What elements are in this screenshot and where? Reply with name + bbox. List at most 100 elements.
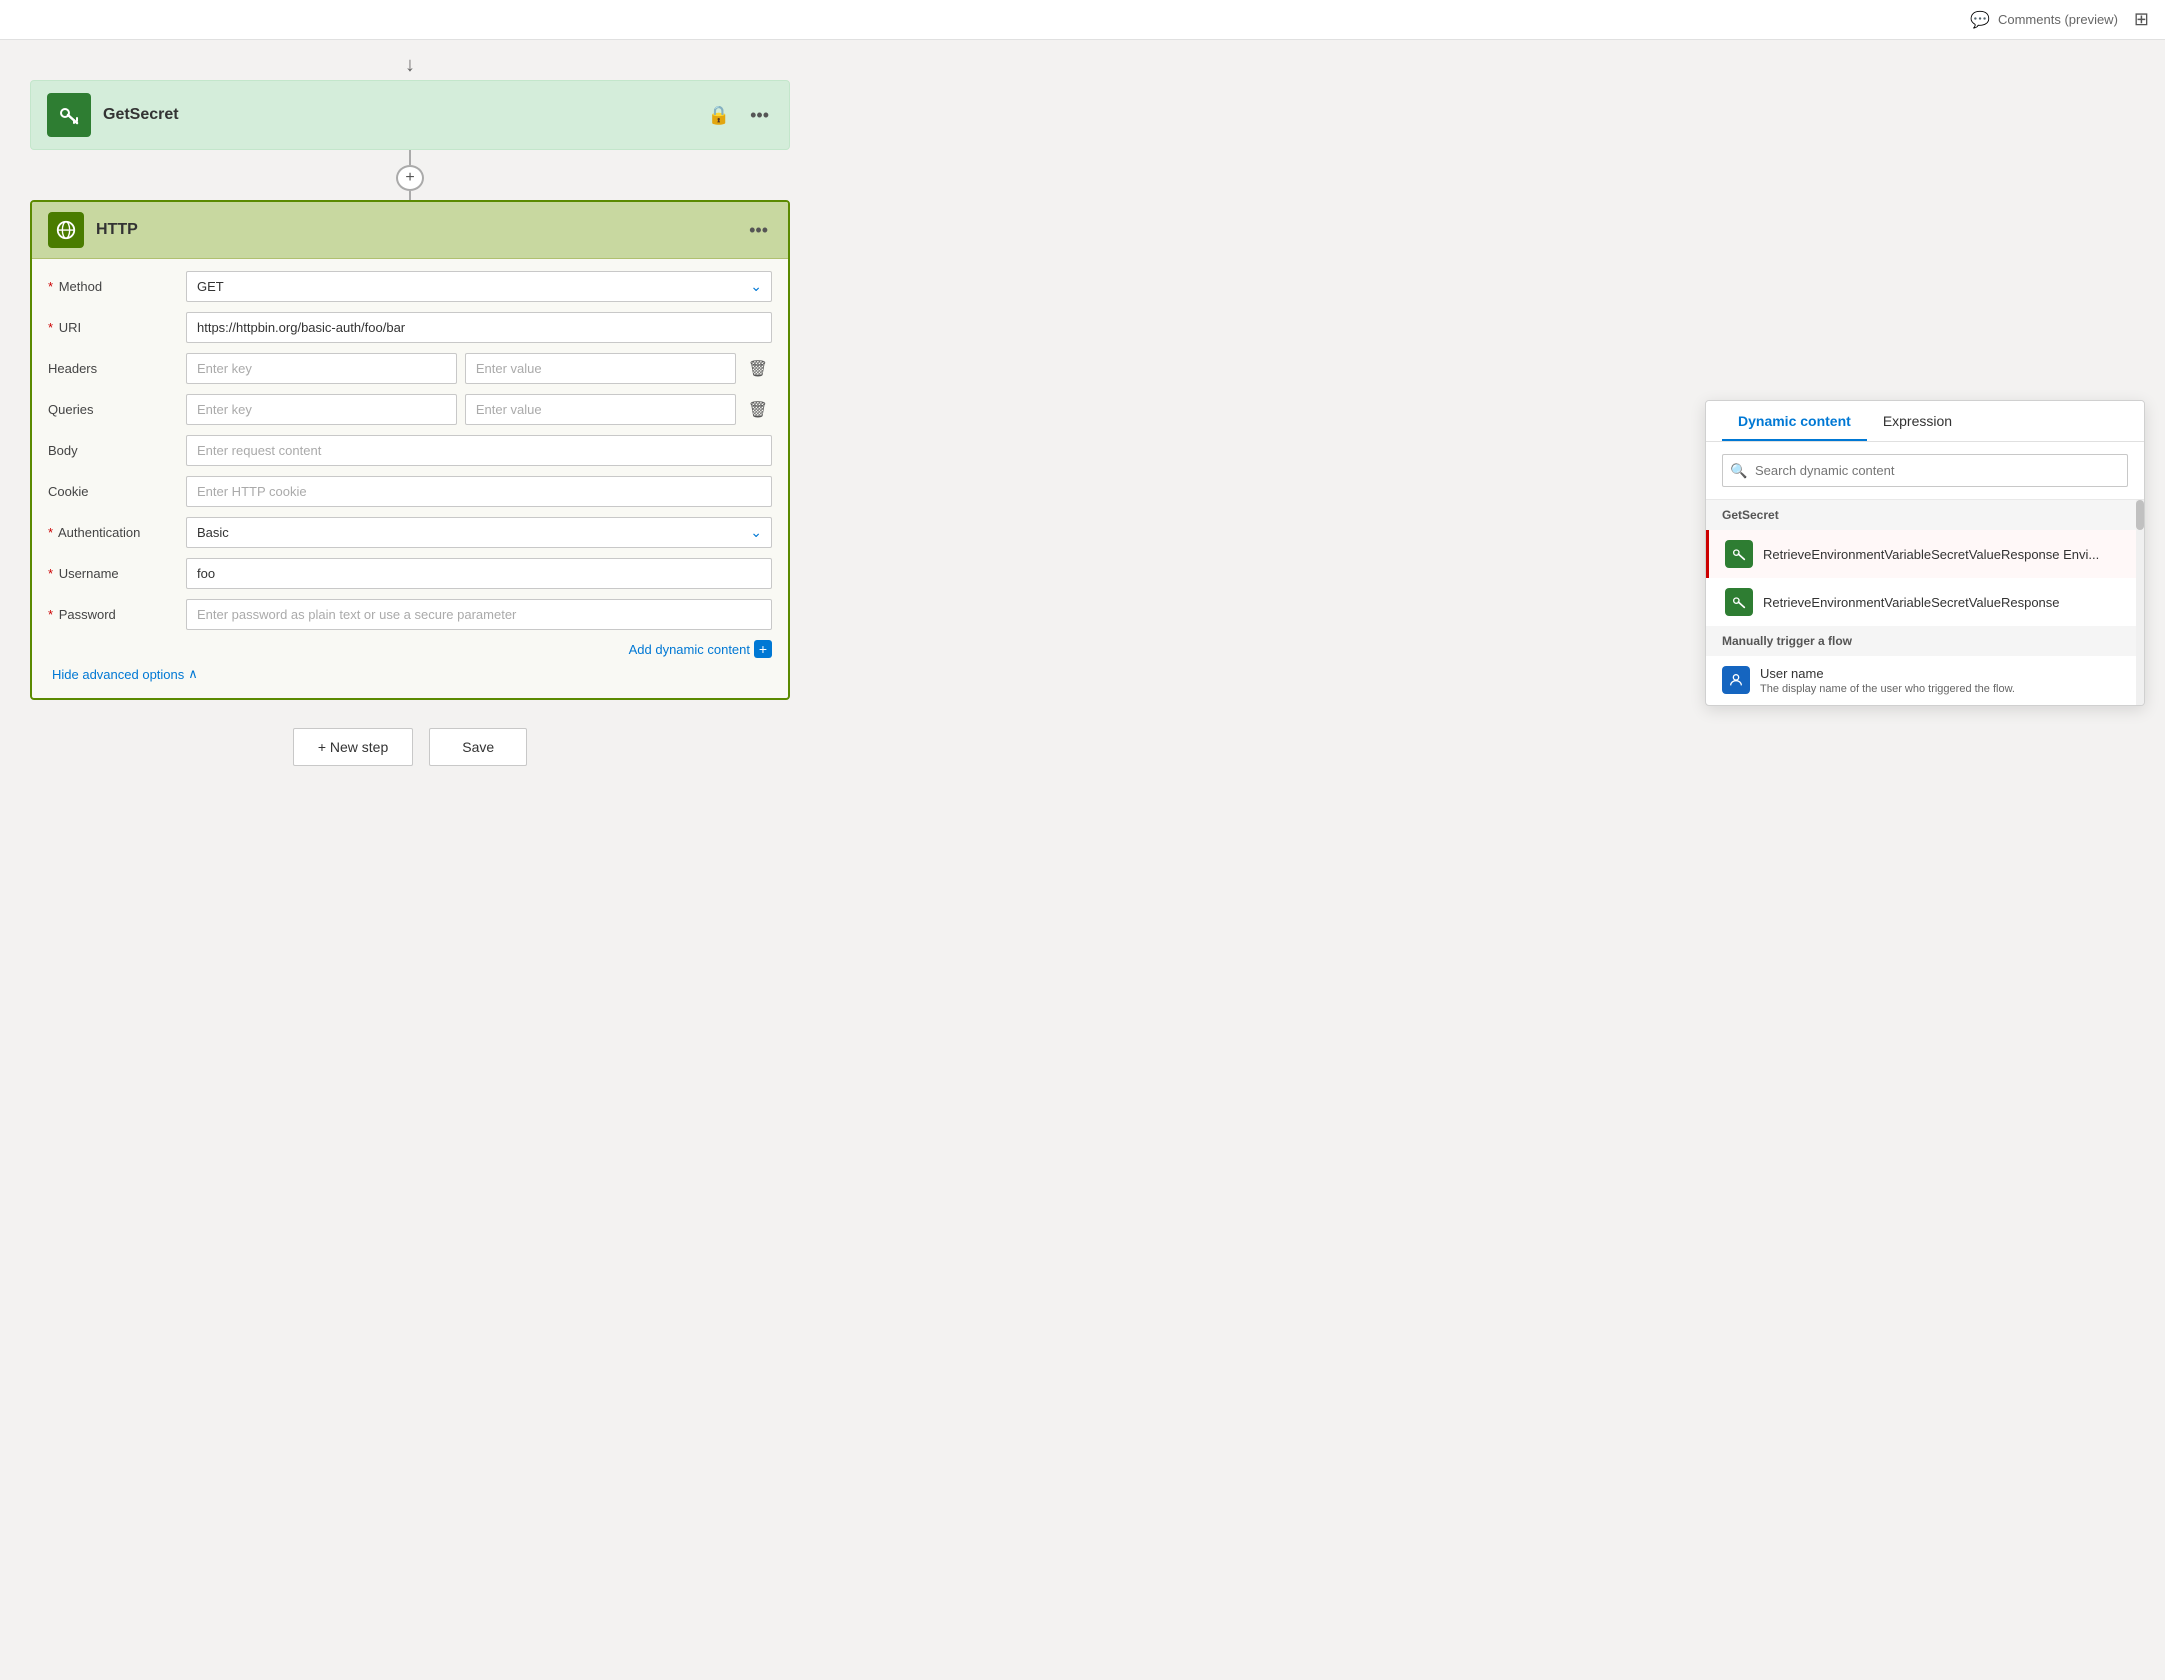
save-label: Save <box>462 739 494 755</box>
http-title: HTTP <box>96 221 733 239</box>
uri-row: * URI <box>48 312 772 343</box>
method-select-wrapper: GET POST PUT DELETE PATCH ⌄ <box>186 271 772 302</box>
item1-label: RetrieveEnvironmentVariableSecretValueRe… <box>1763 547 2128 562</box>
username-label: * Username <box>48 566 178 581</box>
scrollbar-thumb[interactable] <box>2136 500 2144 530</box>
http-body: * Method GET POST PUT DELETE PATCH ⌄ <box>32 259 788 698</box>
tab-dynamic-content[interactable]: Dynamic content <box>1722 401 1867 441</box>
password-label: * Password <box>48 607 178 622</box>
uri-input[interactable] <box>186 312 772 343</box>
top-bar: 💬 Comments (preview) ⊞ <box>0 0 2165 40</box>
password-required: * <box>48 607 53 622</box>
body-label: Body <box>48 443 178 458</box>
uri-required: * <box>48 320 53 335</box>
action-buttons: + New step Save <box>30 728 790 766</box>
plus-icon: + <box>405 169 414 187</box>
arrow-symbol: ↓ <box>405 54 415 77</box>
http-more-btn[interactable]: ••• <box>745 216 772 245</box>
headers-row: Headers 🗑 <box>48 353 772 384</box>
hide-advanced-label: Hide advanced options <box>52 667 184 682</box>
item-username-content: User name The display name of the user w… <box>1760 666 2128 695</box>
authentication-select[interactable]: Basic None Client Certificate Active Dir… <box>186 517 772 548</box>
cookie-input[interactable] <box>186 476 772 507</box>
canvas: ↓ GetSecret 🔒 ••• + <box>0 40 2165 1680</box>
method-label: * Method <box>48 279 178 294</box>
dynamic-search-input[interactable] <box>1722 454 2128 487</box>
uri-label: * URI <box>48 320 178 335</box>
connector: + <box>30 150 790 200</box>
item2-label: RetrieveEnvironmentVariableSecretValueRe… <box>1763 595 2128 610</box>
flow-area: ↓ GetSecret 🔒 ••• + <box>30 50 790 766</box>
section-getsecret: GetSecret <box>1706 500 2144 530</box>
panel-scrollbar[interactable] <box>2136 500 2144 705</box>
headers-delete-btn[interactable]: 🗑 <box>744 355 772 383</box>
headers-value-input[interactable] <box>465 353 736 384</box>
connector-line-bottom <box>409 191 411 200</box>
item1-icon <box>1725 540 1753 568</box>
queries-key-input[interactable] <box>186 394 457 425</box>
getsecret-more-btn[interactable]: ••• <box>746 101 773 130</box>
cookie-row: Cookie <box>48 476 772 507</box>
search-icon: 🔍 <box>1730 462 1747 479</box>
dynamic-item-1[interactable]: RetrieveEnvironmentVariableSecretValueRe… <box>1706 530 2144 578</box>
hide-advanced-btn[interactable]: Hide advanced options ∧ <box>48 666 772 682</box>
add-dynamic-label: Add dynamic content <box>629 642 750 657</box>
http-step-header: HTTP ••• <box>32 202 788 259</box>
getsecret-title: GetSecret <box>103 106 692 124</box>
body-input[interactable] <box>186 435 772 466</box>
dynamic-item-username[interactable]: User name The display name of the user w… <box>1706 656 2144 705</box>
dynamic-item-2[interactable]: RetrieveEnvironmentVariableSecretValueRe… <box>1706 578 2144 626</box>
queries-label: Queries <box>48 402 178 417</box>
dynamic-panel-tabs: Dynamic content Expression <box>1706 401 2144 442</box>
authentication-label: * Authentication <box>48 525 178 540</box>
tab-expression[interactable]: Expression <box>1867 401 1968 441</box>
getsecret-step: GetSecret 🔒 ••• <box>30 80 790 150</box>
auth-select-wrapper: Basic None Client Certificate Active Dir… <box>186 517 772 548</box>
add-dynamic-badge: + <box>754 640 772 658</box>
method-row: * Method GET POST PUT DELETE PATCH ⌄ <box>48 271 772 302</box>
tab-expression-label: Expression <box>1883 413 1952 429</box>
password-input[interactable] <box>186 599 772 630</box>
item-username-title: User name <box>1760 666 2128 681</box>
headers-label: Headers <box>48 361 178 376</box>
username-input[interactable] <box>186 558 772 589</box>
add-dynamic-link[interactable]: Add dynamic content + <box>629 640 772 658</box>
new-step-label: + New step <box>318 739 388 755</box>
connector-line-top <box>409 150 411 165</box>
method-required: * <box>48 279 53 294</box>
queries-delete-btn[interactable]: 🗑 <box>744 396 772 424</box>
queries-value-input[interactable] <box>465 394 736 425</box>
chevron-up-icon: ∧ <box>188 666 198 682</box>
save-button[interactable]: Save <box>429 728 527 766</box>
dynamic-search-row: 🔍 <box>1706 442 2144 500</box>
add-step-btn[interactable]: + <box>396 165 424 191</box>
new-step-button[interactable]: + New step <box>293 728 413 766</box>
item-username-icon <box>1722 666 1750 694</box>
arrow-down-top: ↓ <box>30 50 790 80</box>
authentication-row: * Authentication Basic None Client Certi… <box>48 517 772 548</box>
cookie-label: Cookie <box>48 484 178 499</box>
section-manually-label: Manually trigger a flow <box>1722 634 1852 648</box>
dynamic-content-list: GetSecret RetrieveEnvironmentVariableSec… <box>1706 500 2144 705</box>
http-step: HTTP ••• * Method GET POST PUT D <box>30 200 790 700</box>
comments-icon: 💬 <box>1970 10 1990 30</box>
http-icon <box>48 212 84 248</box>
username-row: * Username <box>48 558 772 589</box>
item2-icon <box>1725 588 1753 616</box>
method-select[interactable]: GET POST PUT DELETE PATCH <box>186 271 772 302</box>
section-getsecret-label: GetSecret <box>1722 508 1779 522</box>
headers-key-input[interactable] <box>186 353 457 384</box>
tab-dynamic-label: Dynamic content <box>1738 413 1851 429</box>
getsecret-icon <box>47 93 91 137</box>
search-wrapper: 🔍 <box>1722 454 2128 487</box>
password-row: * Password <box>48 599 772 630</box>
queries-row: Queries 🗑 <box>48 394 772 425</box>
item-username-desc: The display name of the user who trigger… <box>1760 683 2128 695</box>
getsecret-actions: 🔒 ••• <box>704 101 773 130</box>
toggle-button[interactable]: ⊞ <box>2134 9 2149 30</box>
comments-section[interactable]: 💬 Comments (preview) <box>1970 10 2118 30</box>
add-dynamic-row: Add dynamic content + <box>48 640 772 658</box>
comments-label: Comments (preview) <box>1998 12 2118 27</box>
getsecret-lock-btn[interactable]: 🔒 <box>704 101 734 130</box>
section-manually-trigger: Manually trigger a flow <box>1706 626 2144 656</box>
